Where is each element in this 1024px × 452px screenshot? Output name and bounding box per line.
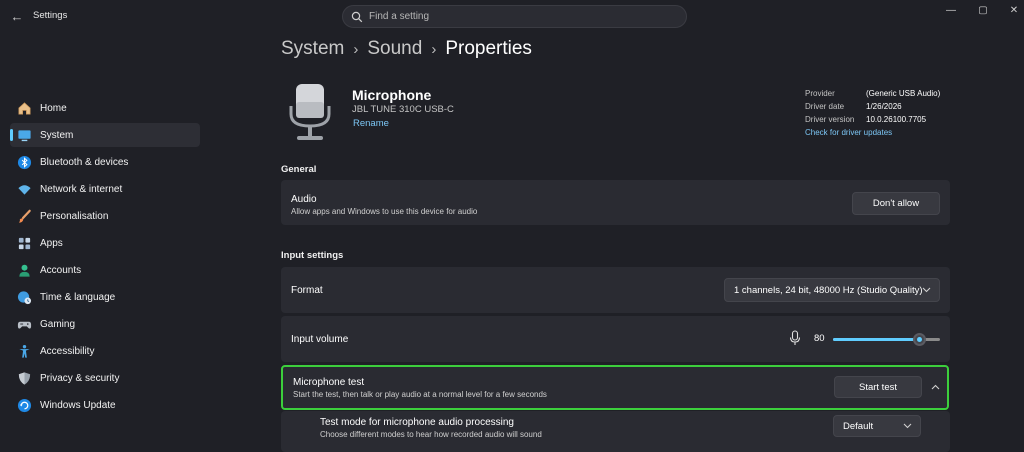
driver-version-label: Driver version [805,115,855,124]
page-title: Properties [445,38,532,59]
breadcrumb-separator: › [353,40,359,58]
breadcrumb-separator: › [431,40,437,58]
format-label: Format [291,285,323,296]
sidebar-item-system[interactable]: System [10,123,200,147]
sidebar-item-accounts[interactable]: Accounts [10,258,200,282]
provider-value: (Generic USB Audio) [866,89,941,98]
sidebar-item-time-language[interactable]: Time & language [10,285,200,309]
sidebar-item-label: System [40,129,74,141]
chevron-down-icon [922,287,931,293]
test-mode-title: Test mode for microphone audio processin… [320,417,514,428]
controller-icon [17,321,32,329]
sidebar-item-label: Home [40,102,67,114]
person-icon [19,264,30,277]
sidebar-item-label: Privacy & security [40,372,120,384]
sidebar-item-label: Network & internet [40,183,123,195]
sidebar-item-label: Windows Update [40,399,116,411]
sidebar-item-gaming[interactable]: Gaming [10,312,200,336]
microphone-test-description: Start the test, then talk or play audio … [293,390,547,399]
microphone-icon [289,84,331,140]
brush-icon [18,209,31,223]
sidebar-item-accessibility[interactable]: Accessibility [10,339,200,363]
search-box[interactable] [342,5,687,28]
audio-title: Audio [291,194,317,205]
sidebar-item-apps[interactable]: Apps [10,231,200,255]
provider-label: Provider [805,89,835,98]
microphone-mute-toggle-icon[interactable] [789,330,801,346]
search-icon [351,11,363,23]
chevron-up-icon[interactable] [931,384,940,390]
sidebar-item-network[interactable]: Network & internet [10,177,200,201]
device-model: JBL TUNE 310C USB-C [352,104,454,115]
sidebar-item-label: Personalisation [40,210,109,222]
volume-value: 80 [814,333,825,344]
sidebar-nav: Home System Bluetooth & devices Network … [10,96,200,420]
minimize-button[interactable]: — [942,4,960,18]
sidebar-item-personalisation[interactable]: Personalisation [10,204,200,228]
sidebar-item-privacy-security[interactable]: Privacy & security [10,366,200,390]
apps-icon [18,237,31,249]
home-icon [18,101,31,114]
monitor-icon [18,129,31,141]
wifi-icon [18,184,31,195]
breadcrumb-sound[interactable]: Sound [367,38,422,60]
driver-version-value: 10.0.26100.7705 [866,115,927,124]
volume-slider-thumb[interactable] [913,333,926,346]
microphone-test-title: Microphone test [293,377,365,388]
test-mode-dropdown[interactable]: Default [833,415,921,437]
test-mode-card: Test mode for microphone audio processin… [281,411,950,452]
maximize-button[interactable]: ▢ [974,4,992,18]
sidebar-item-home[interactable]: Home [10,96,200,120]
volume-slider-fill [833,338,919,341]
globe-clock-icon [17,290,32,304]
audio-card: Audio Allow apps and Windows to use this… [281,180,950,225]
bluetooth-icon [17,155,32,169]
accessibility-icon [19,344,30,358]
microphone-test-card: Microphone test Start the test, then tal… [281,365,949,410]
input-volume-label: Input volume [291,334,349,345]
input-settings-heading: Input settings [281,250,344,261]
driver-date-value: 1/26/2026 [866,102,902,111]
audio-description: Allow apps and Windows to use this devic… [291,207,478,216]
driver-date-label: Driver date [805,102,845,111]
sidebar-item-label: Accounts [40,264,82,276]
chevron-down-icon [903,423,912,429]
volume-slider[interactable] [833,333,940,346]
close-button[interactable]: ✕ [1005,4,1023,18]
update-icon [17,398,32,412]
sidebar-item-label: Bluetooth & devices [40,156,129,168]
sidebar-item-label: Apps [40,237,63,249]
format-card: Format 1 channels, 24 bit, 48000 Hz (Stu… [281,267,950,313]
rename-link[interactable]: Rename [353,118,389,129]
sidebar-item-label: Gaming [40,318,76,330]
start-test-button[interactable]: Start test [834,376,922,398]
sidebar-item-label: Time & language [40,291,116,303]
sidebar-item-windows-update[interactable]: Windows Update [10,393,200,417]
search-input[interactable] [369,9,669,24]
breadcrumb-system[interactable]: System [281,38,344,60]
sidebar-item-label: Accessibility [40,345,95,357]
shield-icon [18,371,31,385]
format-value: 1 channels, 24 bit, 48000 Hz (Studio Qua… [734,284,923,296]
test-mode-description: Choose different modes to hear how recor… [320,430,542,439]
test-mode-value: Default [843,420,874,432]
sidebar-item-bluetooth[interactable]: Bluetooth & devices [10,150,200,174]
device-name: Microphone [352,87,432,103]
general-heading: General [281,164,317,175]
check-driver-updates-link[interactable]: Check for driver updates [805,128,892,137]
app-title: Settings [33,10,68,21]
dont-allow-button[interactable]: Don't allow [852,192,940,215]
format-dropdown[interactable]: 1 channels, 24 bit, 48000 Hz (Studio Qua… [724,278,940,302]
back-arrow-icon[interactable]: ← [9,9,25,25]
input-volume-card: Input volume 80 [281,316,950,362]
breadcrumb: System › Sound › Properties [281,38,532,60]
